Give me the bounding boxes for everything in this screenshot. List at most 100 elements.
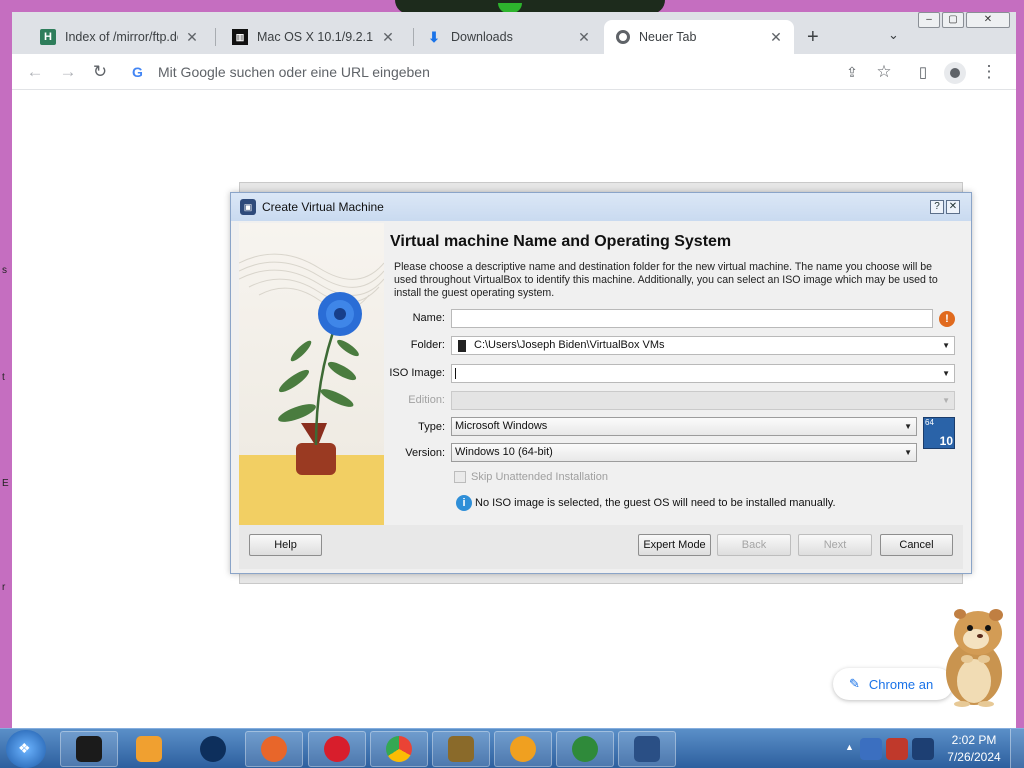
taskbar-box[interactable] bbox=[432, 731, 490, 767]
new-tab-button[interactable]: + bbox=[807, 26, 819, 49]
tray-network-icon[interactable] bbox=[912, 738, 934, 760]
close-icon[interactable]: ✕ bbox=[576, 29, 592, 46]
close-icon[interactable]: ✕ bbox=[184, 29, 200, 46]
chrome-icon bbox=[616, 30, 630, 44]
show-hidden-icons-icon[interactable]: ▲ bbox=[845, 742, 854, 752]
clock-date: 7/26/2024 bbox=[947, 750, 1001, 764]
help-button[interactable]: Help bbox=[249, 534, 322, 556]
tab-new-tab[interactable]: Neuer Tab ✕ bbox=[604, 20, 794, 54]
firefox-icon bbox=[261, 736, 287, 762]
wizard-description: Please choose a descriptive name and des… bbox=[394, 261, 938, 299]
info-message: i No ISO image is selected, the guest OS… bbox=[456, 495, 836, 511]
reload-icon[interactable]: ↻ bbox=[89, 61, 111, 83]
close-window-button[interactable]: ✕ bbox=[966, 12, 1010, 28]
chevron-down-icon: ▼ bbox=[942, 396, 950, 405]
close-icon[interactable]: ✕ bbox=[946, 200, 960, 214]
show-desktop-button[interactable] bbox=[1010, 729, 1024, 768]
archive-icon: ▥ bbox=[232, 29, 248, 45]
version-selector[interactable]: Windows 10 (64-bit) ▼ bbox=[451, 443, 917, 462]
taskbar-search[interactable] bbox=[494, 731, 552, 767]
tab-search-icon[interactable]: ⌄ bbox=[888, 27, 899, 43]
chevron-down-icon: ▼ bbox=[904, 422, 912, 431]
network-globe-icon bbox=[572, 736, 598, 762]
box-icon bbox=[448, 736, 474, 762]
bookmark-star-icon[interactable]: ☆ bbox=[873, 61, 895, 83]
folder-label: Folder: bbox=[410, 339, 445, 351]
folder-selector[interactable]: C:\Users\Joseph Biden\VirtualBox VMs ▼ bbox=[451, 336, 955, 355]
taskbar-opera[interactable] bbox=[308, 731, 366, 767]
share-icon[interactable]: ⇪ bbox=[841, 61, 863, 83]
taskbar-chrome[interactable] bbox=[370, 731, 428, 767]
clock-time: 2:02 PM bbox=[951, 733, 997, 747]
browser-toolbar: ← → ↻ G Mit Google suchen oder eine URL … bbox=[12, 54, 1016, 90]
taskbar-clock[interactable]: 2:02 PM 7/26/2024 bbox=[944, 732, 1004, 766]
edition-selector[interactable]: ▼ bbox=[451, 391, 955, 410]
address-placeholder: Mit Google suchen oder eine URL eingeben bbox=[158, 64, 430, 80]
taskbar-terminal[interactable] bbox=[60, 731, 118, 767]
type-value: Microsoft Windows bbox=[455, 420, 548, 432]
tray-monitor-icon[interactable] bbox=[886, 738, 908, 760]
dialog-titlebar: ▣ Create Virtual Machine ? ✕ bbox=[231, 193, 971, 221]
google-icon: G bbox=[132, 64, 143, 80]
terminal-icon bbox=[76, 736, 102, 762]
desktop-left-edge: s t E r bbox=[0, 0, 12, 728]
taskbar-virtualbox[interactable] bbox=[618, 731, 676, 767]
desktop-glyph: s bbox=[2, 265, 7, 276]
checkbox-box[interactable] bbox=[454, 471, 466, 483]
chevron-down-icon: ▼ bbox=[904, 448, 912, 457]
taskbar-globe[interactable] bbox=[184, 731, 242, 767]
tray-shield-icon[interactable] bbox=[860, 738, 882, 760]
magnifier-icon bbox=[510, 736, 536, 762]
dialog-title: Create Virtual Machine bbox=[262, 200, 384, 214]
chrome-icon bbox=[386, 736, 412, 762]
tab-downloads[interactable]: ⬇ Downloads ✕ bbox=[414, 20, 602, 54]
create-vm-dialog: ▣ Create Virtual Machine ? ✕ Virtual mac… bbox=[230, 192, 972, 574]
close-icon[interactable]: ✕ bbox=[768, 29, 784, 46]
type-selector[interactable]: Microsoft Windows ▼ bbox=[451, 417, 917, 436]
window-controls: – ▢ ✕ bbox=[916, 12, 1010, 28]
maximize-button[interactable]: ▢ bbox=[942, 12, 964, 28]
tab-strip: H Index of /mirror/ftp.debian ✕ ▥ Mac OS… bbox=[12, 12, 1016, 54]
menu-kebab-icon[interactable]: ⋮ bbox=[978, 61, 1000, 83]
download-icon: ⬇ bbox=[428, 28, 440, 45]
tab-debian-mirror[interactable]: H Index of /mirror/ftp.debian ✕ bbox=[28, 20, 210, 54]
hamster-desktop-pet[interactable] bbox=[934, 603, 1014, 708]
back-icon[interactable]: ← bbox=[24, 61, 46, 83]
iso-label: ISO Image: bbox=[389, 367, 445, 379]
help-icon[interactable]: ? bbox=[930, 200, 944, 214]
taskbar-firefox[interactable] bbox=[245, 731, 303, 767]
edition-label: Edition: bbox=[408, 394, 445, 406]
warning-icon: ! bbox=[939, 311, 955, 327]
chevron-down-icon: ▼ bbox=[942, 341, 950, 350]
version-value: Windows 10 (64-bit) bbox=[455, 446, 553, 458]
chevron-down-icon: ▼ bbox=[942, 369, 950, 378]
system-tray bbox=[860, 734, 940, 764]
taskbar-media[interactable] bbox=[120, 731, 178, 767]
text-caret bbox=[455, 367, 456, 379]
minimize-button[interactable]: – bbox=[918, 12, 940, 28]
close-icon[interactable]: ✕ bbox=[380, 29, 396, 46]
folder-value: C:\Users\Joseph Biden\VirtualBox VMs bbox=[474, 339, 665, 351]
back-button[interactable]: Back bbox=[717, 534, 791, 556]
folder-icon bbox=[458, 340, 466, 352]
next-button[interactable]: Next bbox=[798, 534, 872, 556]
skip-unattended-checkbox[interactable]: Skip Unattended Installation bbox=[454, 471, 608, 483]
profile-avatar-icon[interactable] bbox=[944, 62, 966, 84]
desktop-right-edge bbox=[1016, 0, 1024, 728]
cancel-button[interactable]: Cancel bbox=[880, 534, 953, 556]
tab-title: Neuer Tab bbox=[639, 30, 697, 44]
name-field[interactable] bbox=[451, 309, 933, 328]
forward-icon[interactable]: → bbox=[57, 61, 79, 83]
iso-image-selector[interactable]: ▼ bbox=[451, 364, 955, 383]
virtualbox-icon: ▣ bbox=[240, 199, 256, 215]
opera-icon bbox=[324, 736, 350, 762]
type-label: Type: bbox=[418, 421, 445, 433]
expert-mode-button[interactable]: Expert Mode bbox=[638, 534, 711, 556]
start-button[interactable]: ❖ bbox=[6, 730, 46, 768]
globe-icon bbox=[200, 736, 226, 762]
taskbar-network[interactable] bbox=[556, 731, 614, 767]
side-panel-icon[interactable]: ▯ bbox=[912, 61, 934, 83]
tab-mac-os[interactable]: ▥ Mac OS X 10.1/9.2.1 Apple ✕ bbox=[220, 20, 406, 54]
address-bar[interactable]: G Mit Google suchen oder eine URL eingeb… bbox=[122, 57, 862, 87]
hackaday-favicon-icon: H bbox=[40, 29, 56, 45]
